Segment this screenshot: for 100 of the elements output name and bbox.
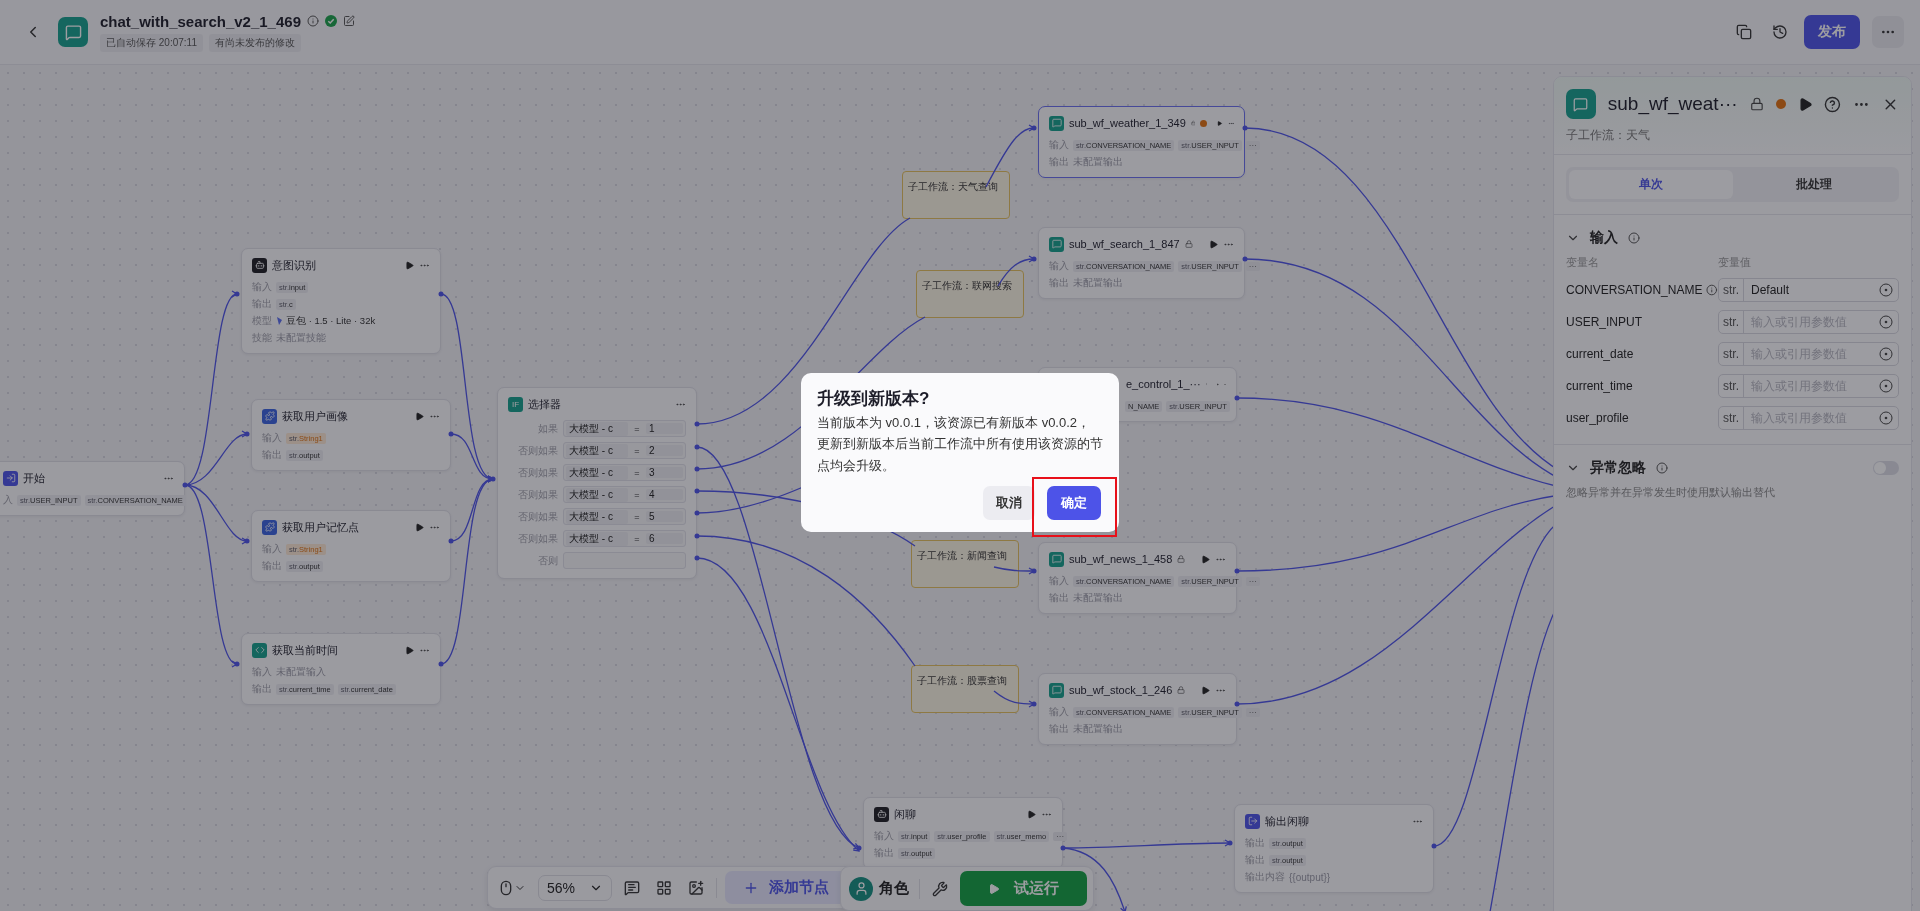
port-dot[interactable] <box>244 538 250 544</box>
port-dot[interactable] <box>1234 701 1240 707</box>
info-icon[interactable] <box>307 15 319 27</box>
play-icon[interactable] <box>1209 239 1218 249</box>
play-icon[interactable] <box>1027 809 1036 819</box>
port-dot[interactable] <box>1234 395 1240 401</box>
play-icon[interactable] <box>1217 118 1223 128</box>
avatar-icon[interactable] <box>849 876 873 901</box>
input-field[interactable]: Default <box>1744 283 1879 297</box>
puzzle-icon <box>262 519 277 535</box>
type-label: str. <box>1719 375 1744 397</box>
help-icon[interactable] <box>1824 95 1842 113</box>
port-dot[interactable] <box>1060 845 1066 851</box>
port-dot[interactable] <box>244 431 250 437</box>
info-icon[interactable] <box>1656 462 1668 474</box>
play-icon[interactable] <box>415 522 424 532</box>
target-icon[interactable] <box>1879 347 1893 361</box>
comment-note[interactable]: 子工作流：联网搜索 <box>916 270 1024 318</box>
publish-button[interactable]: 发布 <box>1804 15 1860 49</box>
port-dot[interactable] <box>1234 568 1240 574</box>
more-chip[interactable]: ··· <box>1245 261 1260 271</box>
node-title: 获取用户记忆点 <box>282 519 359 535</box>
target-icon[interactable] <box>1879 379 1893 393</box>
port-dot[interactable] <box>448 431 454 437</box>
connector-line <box>993 690 1035 708</box>
condition-field[interactable]: 大模型 - c = 6 <box>563 530 686 547</box>
play-icon[interactable] <box>1797 96 1813 112</box>
port-dot[interactable] <box>694 555 700 561</box>
port-dot[interactable] <box>234 661 240 667</box>
comment-note[interactable]: 子工作流：天气查询 <box>902 171 1010 219</box>
node-title: 意图识别 <box>272 257 316 273</box>
play-icon[interactable] <box>988 882 1000 895</box>
condition-field[interactable]: 大模型 - c = 1 <box>563 420 686 437</box>
type-label: str. <box>1719 279 1744 301</box>
model-icon <box>276 317 283 325</box>
condition-field[interactable]: 大模型 - c = 5 <box>563 508 686 525</box>
port-dot[interactable] <box>1242 125 1248 131</box>
port-dot[interactable] <box>1431 843 1437 849</box>
play-icon[interactable] <box>1201 685 1210 695</box>
node-title: sub_wf_search_1_847 <box>1069 238 1180 250</box>
variable-name: current_date <box>1566 347 1634 361</box>
variable-name: CONVERSATION_NAME <box>1566 283 1703 297</box>
play-icon[interactable] <box>405 645 414 655</box>
port-dot[interactable] <box>694 444 700 450</box>
tab[interactable]: 单次 <box>1569 170 1733 199</box>
info-icon[interactable] <box>1628 232 1640 244</box>
port-dot[interactable] <box>1031 256 1037 262</box>
port-dot[interactable] <box>1242 256 1248 262</box>
condition-field[interactable]: 大模型 - c = 2 <box>563 442 686 459</box>
robot-icon <box>252 257 267 273</box>
condition-field[interactable]: 大模型 - c = 3 <box>563 464 686 481</box>
role-button[interactable]: 角色 <box>847 874 911 903</box>
more-chip[interactable]: ··· <box>1245 707 1260 717</box>
play-icon[interactable] <box>1201 554 1210 564</box>
section-title: 异常忽略 <box>1590 459 1646 477</box>
port-dot[interactable] <box>490 476 496 482</box>
target-icon[interactable] <box>1879 315 1893 329</box>
edit-icon[interactable] <box>343 15 355 27</box>
node-title: 获取当前时间 <box>272 642 338 658</box>
port-dot[interactable] <box>694 466 700 472</box>
port-dot[interactable] <box>438 661 444 667</box>
value-field[interactable]: str. Default <box>1718 278 1899 302</box>
play-icon[interactable] <box>405 260 414 270</box>
port-dot[interactable] <box>438 291 444 297</box>
port-dot[interactable] <box>694 421 700 427</box>
port-dot[interactable] <box>234 291 240 297</box>
port-dot[interactable] <box>694 533 700 539</box>
port-dot[interactable] <box>1227 840 1233 846</box>
confirm-button[interactable]: 确定 <box>1047 486 1101 521</box>
condition-field[interactable]: 大模型 - c = 4 <box>563 486 686 503</box>
zoom-select[interactable]: 56% <box>538 874 613 901</box>
port-dot[interactable] <box>694 488 700 494</box>
cancel-button[interactable]: 取消 <box>983 486 1035 521</box>
comment-note[interactable]: 子工作流：新闻查询 <box>911 540 1019 588</box>
port-dot[interactable] <box>856 845 862 851</box>
unpublished-status: 有尚未发布的修改 <box>208 33 301 52</box>
panel-title: sub_wf_weat··· <box>1607 93 1738 115</box>
target-icon[interactable] <box>1879 411 1893 425</box>
target-icon[interactable] <box>1879 283 1893 297</box>
node-title: 获取用户画像 <box>282 408 348 424</box>
lock-icon <box>1184 240 1193 248</box>
play-icon[interactable] <box>415 411 424 421</box>
info-icon[interactable] <box>1706 284 1718 296</box>
tab[interactable]: 批处理 <box>1732 170 1896 199</box>
mouse-icon[interactable] <box>498 879 514 896</box>
more-chip[interactable]: ··· <box>1245 576 1260 586</box>
port-dot[interactable] <box>1031 568 1037 574</box>
robot-icon <box>874 806 889 822</box>
more-chip[interactable]: ··· <box>1245 140 1260 150</box>
lock-icon <box>1190 119 1196 127</box>
comment-note[interactable]: 子工作流：股票查询 <box>911 665 1019 713</box>
port-dot[interactable] <box>448 538 454 544</box>
chat-icon <box>1049 551 1064 567</box>
port-dot[interactable] <box>182 482 188 488</box>
port-dot[interactable] <box>694 510 700 516</box>
port-dot[interactable] <box>1031 701 1037 707</box>
code-icon <box>252 642 267 658</box>
more-chip[interactable]: ··· <box>1053 831 1068 841</box>
node-title: 闲聊 <box>894 806 916 822</box>
port-dot[interactable] <box>1031 125 1037 131</box>
